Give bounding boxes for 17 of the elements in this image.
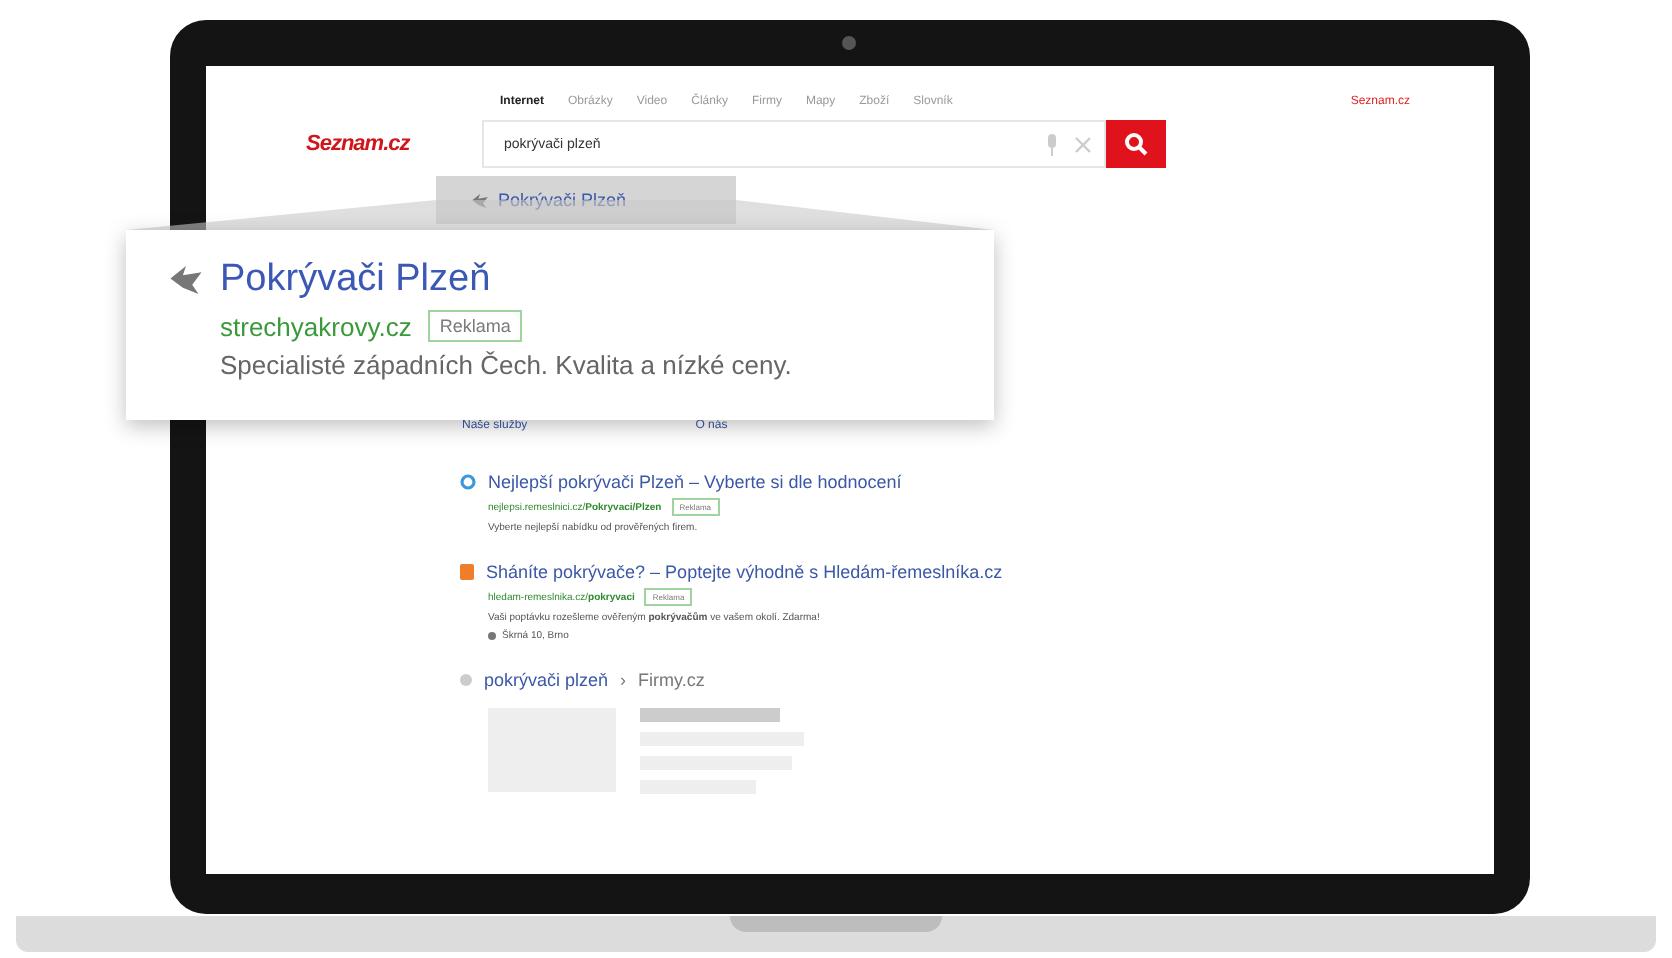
microphone-icon[interactable] (1046, 133, 1058, 155)
result-title-link[interactable]: Sháníte pokrývače? – Poptejte výhodně s Hledám-řemeslníka.cz (486, 562, 1003, 582)
result-source: Firmy.cz (638, 670, 705, 690)
text-placeholder (640, 708, 780, 722)
breadcrumb-separator: › (620, 670, 627, 690)
search-button[interactable] (1106, 120, 1166, 168)
location-icon (488, 632, 496, 640)
search-icon (1124, 132, 1148, 156)
ad-url: strechyakrovy.cz (220, 311, 412, 341)
logo[interactable]: Seznam.cz (306, 132, 482, 156)
ad-badge: Reklama (427, 310, 523, 342)
camera-icon (842, 36, 856, 50)
ad-title-link[interactable]: Pokrývači Plzeň (220, 258, 491, 302)
result-title-link[interactable]: Nejlepší pokrývači Plzeň – Vyberte si dle hodnocení (488, 472, 902, 492)
close-icon[interactable] (1074, 135, 1092, 153)
ad-description: Specialisté západních Čech. Kvalita a nízké ceny. (218, 350, 794, 380)
result-title-link[interactable]: pokrývači plzeň (484, 670, 609, 690)
